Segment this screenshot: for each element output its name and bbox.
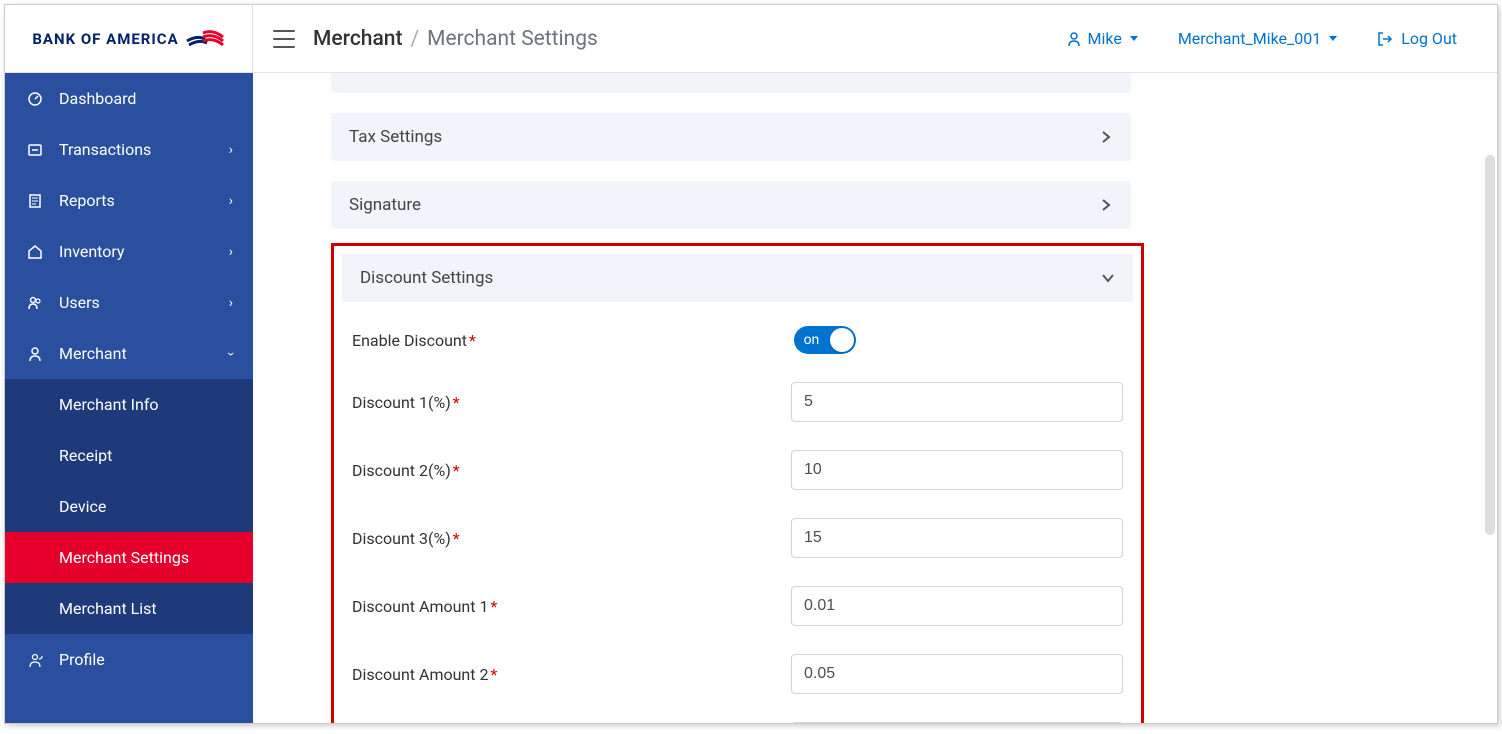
chevron-down-icon	[1130, 36, 1138, 41]
chevron-right-icon	[1099, 130, 1113, 144]
breadcrumb-current: Merchant Settings	[427, 27, 598, 51]
sidebar-item-reports[interactable]: Reports ›	[5, 175, 253, 226]
required-asterisk: *	[469, 331, 476, 350]
form-label: Discount 1(%)*	[352, 393, 791, 412]
required-asterisk: *	[453, 461, 460, 480]
merchant-selector[interactable]: Merchant_Mike_001	[1178, 29, 1337, 48]
dashboard-icon	[25, 91, 45, 107]
panel-discount-settings[interactable]: Discount Settings	[342, 254, 1133, 302]
chevron-down-icon	[1101, 271, 1115, 285]
panel-signature[interactable]: Signature	[331, 181, 1131, 229]
discount-amount-1-input[interactable]	[791, 586, 1123, 626]
breadcrumb-parent[interactable]: Merchant	[313, 27, 402, 51]
logout-label: Log Out	[1401, 29, 1457, 48]
discount-1-pct-input[interactable]	[791, 382, 1123, 422]
sidebar-item-label: Dashboard	[59, 89, 136, 108]
form-row-enable-discount: Enable Discount* on	[352, 312, 1123, 368]
sidebar-sub-device[interactable]: Device	[5, 481, 253, 532]
sidebar-item-label: Merchant Settings	[59, 548, 189, 567]
scrollbar[interactable]	[1485, 155, 1495, 535]
user-name: Mike	[1088, 29, 1122, 48]
inventory-icon	[25, 244, 45, 260]
logo-text: BANK OF AMERICA	[32, 30, 178, 48]
logout-button[interactable]: Log Out	[1377, 29, 1457, 48]
main-content: Tax Settings Signature Discount Settings	[253, 73, 1497, 723]
sidebar-sub-receipt[interactable]: Receipt	[5, 430, 253, 481]
form-label: Discount Amount 2*	[352, 665, 791, 684]
sidebar-item-label: Device	[59, 497, 106, 516]
logo-box[interactable]: BANK OF AMERICA	[5, 5, 253, 73]
sidebar-item-label: Users	[59, 293, 100, 312]
required-asterisk: *	[453, 529, 460, 548]
enable-discount-toggle[interactable]: on	[794, 326, 856, 354]
hamburger-icon[interactable]	[273, 30, 295, 48]
panel-title: Tax Settings	[349, 127, 442, 147]
form-row-discount-amount-1: Discount Amount 1*	[352, 572, 1123, 640]
merchant-name: Merchant_Mike_001	[1178, 29, 1321, 48]
sidebar-sub-merchant-settings[interactable]: Merchant Settings	[5, 532, 253, 583]
sidebar-item-label: Transactions	[59, 140, 151, 159]
breadcrumb-separator: /	[410, 27, 419, 51]
form-row-discount-2-pct: Discount 2(%)*	[352, 436, 1123, 504]
form-row-discount-3-pct: Discount 3(%)*	[352, 504, 1123, 572]
panel-title: Discount Settings	[360, 268, 493, 288]
logout-icon	[1377, 31, 1393, 47]
chevron-right-icon: ›	[229, 142, 233, 158]
users-icon	[25, 295, 45, 311]
chevron-right-icon: ›	[229, 244, 233, 260]
chevron-down-icon: ›	[223, 351, 239, 355]
sidebar-item-label: Inventory	[59, 242, 125, 261]
transactions-icon	[25, 142, 45, 158]
breadcrumb: Merchant / Merchant Settings	[313, 27, 598, 51]
panel-title: Signature	[349, 195, 421, 215]
discount-amount-3-input[interactable]	[791, 722, 1123, 723]
sidebar-item-users[interactable]: Users ›	[5, 277, 253, 328]
discount-3-pct-input[interactable]	[791, 518, 1123, 558]
form-row-discount-amount-3: Discount Amount 3*	[352, 708, 1123, 723]
sidebar-item-dashboard[interactable]: Dashboard	[5, 73, 253, 124]
required-asterisk: *	[453, 393, 460, 412]
profile-icon	[25, 652, 45, 668]
bank-logo-icon	[185, 27, 225, 51]
sidebar-item-label: Receipt	[59, 446, 112, 465]
sidebar-sub-merchant-info[interactable]: Merchant Info	[5, 379, 253, 430]
form-label: Discount 3(%)*	[352, 529, 791, 548]
form-label: Discount 2(%)*	[352, 461, 791, 480]
sidebar-item-label: Merchant Info	[59, 395, 159, 414]
sidebar-item-inventory[interactable]: Inventory ›	[5, 226, 253, 277]
panel-collapsed-top[interactable]	[331, 73, 1131, 93]
toggle-knob	[830, 328, 854, 352]
app-header: BANK OF AMERICA Merchant /	[5, 5, 1497, 73]
sidebar-item-transactions[interactable]: Transactions ›	[5, 124, 253, 175]
sidebar-item-profile[interactable]: Profile	[5, 634, 253, 685]
sidebar-item-label: Merchant List	[59, 599, 157, 618]
form-label: Discount Amount 1*	[352, 597, 791, 616]
sidebar-item-label: Merchant	[59, 344, 127, 363]
form-label: Enable Discount*	[352, 331, 794, 350]
reports-icon	[25, 193, 45, 209]
form-row-discount-1-pct: Discount 1(%)*	[352, 368, 1123, 436]
merchant-icon	[25, 346, 45, 362]
discount-amount-2-input[interactable]	[791, 654, 1123, 694]
chevron-down-icon	[1329, 36, 1337, 41]
toggle-state-label: on	[804, 332, 820, 348]
discount-2-pct-input[interactable]	[791, 450, 1123, 490]
user-icon	[1066, 31, 1082, 47]
chevron-right-icon: ›	[229, 295, 233, 311]
form-row-discount-amount-2: Discount Amount 2*	[352, 640, 1123, 708]
sidebar-item-label: Profile	[59, 650, 105, 669]
required-asterisk: *	[490, 597, 497, 616]
user-menu[interactable]: Mike	[1066, 29, 1138, 48]
chevron-right-icon	[1099, 198, 1113, 212]
discount-settings-section: Discount Settings Enable Discount* on	[331, 243, 1144, 723]
required-asterisk: *	[490, 665, 497, 684]
sidebar-nav: Dashboard Transactions › Reports ›	[5, 73, 253, 723]
panel-tax-settings[interactable]: Tax Settings	[331, 113, 1131, 161]
sidebar-sub-merchant-list[interactable]: Merchant List	[5, 583, 253, 634]
chevron-right-icon: ›	[229, 193, 233, 209]
sidebar-item-merchant[interactable]: Merchant ›	[5, 328, 253, 379]
sidebar-item-label: Reports	[59, 191, 115, 210]
